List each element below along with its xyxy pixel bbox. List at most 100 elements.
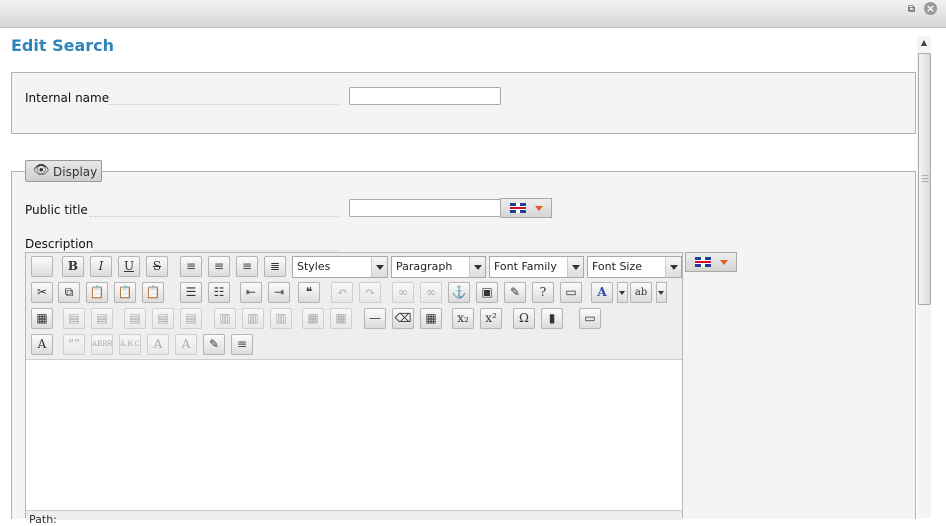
new-document-icon[interactable]: [31, 256, 53, 277]
text-color-split-arrow[interactable]: [617, 282, 628, 303]
html-source-icon[interactable]: ▭: [560, 282, 582, 303]
format-dropdown-label: Paragraph: [396, 260, 453, 273]
template-icon[interactable]: ▭: [579, 308, 601, 329]
delete-col-icon: ▥: [270, 308, 292, 329]
blockquote-icon[interactable]: ❝: [298, 282, 320, 303]
grip-icon: — — —: [921, 171, 929, 186]
chevron-down-icon: [371, 257, 387, 277]
align-left-button[interactable]: ≡: [180, 256, 202, 277]
align-center-button[interactable]: ≡: [208, 256, 230, 277]
delete-text-icon: A: [147, 334, 169, 355]
special-char-icon[interactable]: Ω: [513, 308, 535, 329]
abbr-icon: ABBR: [91, 334, 113, 355]
align-right-button[interactable]: ≡: [236, 256, 258, 277]
path-label: Path:: [29, 513, 57, 526]
col-after-icon: ▥: [242, 308, 264, 329]
delete-row-icon: ▤: [180, 308, 202, 329]
caret-down-icon: [535, 206, 543, 211]
cut-icon[interactable]: ✂: [31, 282, 53, 303]
public-title-label: Public title: [25, 203, 88, 217]
outdent-icon[interactable]: ⇤: [240, 282, 262, 303]
row-props-icon: ▤: [63, 308, 85, 329]
chevron-down-icon: [567, 257, 583, 277]
editor-toolbar: B I U S ≡ ≡ ≡ ≣ Styles Paragraph Font Family Fo…: [26, 253, 682, 360]
caret-down-icon: [720, 260, 728, 265]
styles-dropdown-label: Styles: [297, 260, 331, 273]
styles-dropdown[interactable]: Styles: [292, 256, 388, 278]
attribs-icon[interactable]: ✎: [203, 334, 225, 355]
restore-window-icon[interactable]: ⧉: [906, 4, 917, 15]
text-color-icon[interactable]: A: [591, 282, 613, 303]
cleanup-icon[interactable]: ✎: [504, 282, 526, 303]
help-icon[interactable]: ?: [532, 282, 554, 303]
divider: [92, 250, 340, 251]
row-after-icon: ▤: [152, 308, 174, 329]
public-title-input[interactable]: [349, 199, 501, 217]
window-titlebar: ⧉ ×: [0, 0, 946, 28]
display-tab[interactable]: 👁 Display: [25, 160, 102, 182]
background-color-split-arrow[interactable]: [656, 282, 667, 303]
media-icon[interactable]: ▮: [541, 308, 563, 329]
font-family-dropdown[interactable]: Font Family: [489, 256, 584, 278]
table-insert-icon[interactable]: ▦: [31, 308, 53, 329]
font-family-dropdown-label: Font Family: [494, 260, 557, 273]
format-dropdown[interactable]: Paragraph: [391, 256, 486, 278]
numbered-list-icon[interactable]: ☷: [208, 282, 230, 303]
redo-icon: ↷: [359, 282, 381, 303]
rich-text-editor: B I U S ≡ ≡ ≡ ≣ Styles Paragraph Font Family Fo…: [25, 252, 683, 526]
page-title: Edit Search: [11, 36, 115, 55]
editor-content-area[interactable]: [26, 360, 682, 510]
subscript-icon[interactable]: x₂: [452, 308, 474, 329]
visualchars-icon[interactable]: ≡: [231, 334, 253, 355]
bullet-list-icon[interactable]: ☰: [180, 282, 202, 303]
font-size-dropdown[interactable]: Font Size: [587, 256, 682, 278]
font-size-dropdown-label: Font Size: [592, 260, 643, 273]
editor-path-bar: Path:: [26, 510, 682, 526]
uk-flag-icon: [695, 257, 711, 267]
description-label: Description: [25, 237, 94, 251]
scrollbar-thumb[interactable]: — — —: [918, 53, 931, 305]
strikethrough-button[interactable]: S: [146, 256, 168, 277]
eye-icon: 👁: [33, 163, 50, 178]
acronym-icon: A.B.C: [119, 334, 141, 355]
scroll-up-arrow-icon[interactable]: ▲: [917, 36, 931, 50]
split-cells-icon: ▦: [302, 308, 324, 329]
divider: [90, 216, 340, 217]
bold-button[interactable]: B: [62, 256, 84, 277]
paste-text-icon[interactable]: 📋: [114, 282, 136, 303]
col-before-icon: ▥: [214, 308, 236, 329]
cite-icon: “”: [63, 334, 85, 355]
chevron-down-icon: [665, 257, 681, 277]
uk-flag-icon: [510, 203, 526, 213]
underline-button[interactable]: U: [118, 256, 140, 277]
indent-icon[interactable]: ⇥: [268, 282, 290, 303]
close-window-icon[interactable]: ×: [924, 2, 937, 15]
display-tab-label: Display: [53, 165, 98, 179]
image-icon[interactable]: ▣: [476, 282, 498, 303]
row-before-icon: ▤: [124, 308, 146, 329]
internal-name-input[interactable]: [349, 87, 501, 105]
copy-icon[interactable]: ⧉: [58, 282, 80, 303]
divider: [107, 104, 340, 105]
horizontal-rule-icon[interactable]: —: [364, 308, 386, 329]
background-color-icon[interactable]: ab: [630, 282, 652, 303]
link-icon: ∞: [392, 282, 414, 303]
public-title-language-button[interactable]: [500, 198, 552, 218]
remove-format-icon[interactable]: ⌫: [392, 308, 414, 329]
merge-cells-icon: ▦: [330, 308, 352, 329]
description-language-button[interactable]: [685, 252, 737, 272]
italic-button[interactable]: I: [90, 256, 112, 277]
align-justify-button[interactable]: ≣: [264, 256, 286, 277]
paste-icon[interactable]: 📋: [86, 282, 108, 303]
visual-aid-icon[interactable]: ▦: [420, 308, 442, 329]
page-scrollbar[interactable]: ▲ — — —: [917, 36, 931, 518]
anchor-icon[interactable]: ⚓: [448, 282, 470, 303]
superscript-icon[interactable]: x²: [480, 308, 502, 329]
styleprops-icon[interactable]: A: [31, 334, 53, 355]
undo-icon: ↶: [331, 282, 353, 303]
paste-word-icon[interactable]: 📋: [142, 282, 164, 303]
insert-text-icon: A: [175, 334, 197, 355]
internal-name-label: Internal name: [25, 91, 110, 105]
chevron-down-icon: [469, 257, 485, 277]
unlink-icon: ∞: [420, 282, 442, 303]
